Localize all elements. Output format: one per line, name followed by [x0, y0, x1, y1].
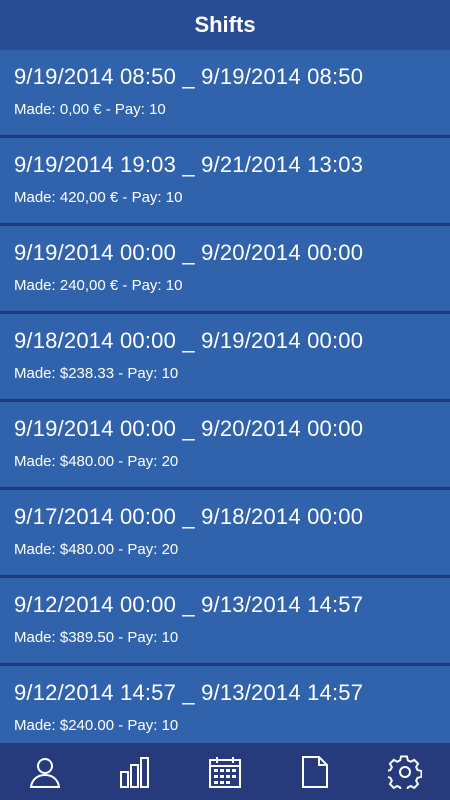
person-icon [29, 757, 61, 788]
shift-range: 9/12/2014 00:00 _ 9/13/2014 14:57 [14, 592, 364, 617]
nav-profile-button[interactable] [10, 743, 80, 800]
shift-summary: Made: $240.00 - Pay: 10 [14, 717, 179, 734]
shift-row[interactable]: 9/17/2014 00:00 _ 9/18/2014 00:00 Made: … [0, 490, 450, 578]
bar-chart-icon [120, 756, 149, 788]
shift-range: 9/19/2014 00:00 _ 9/20/2014 00:00 [14, 240, 364, 265]
calendar-icon [209, 756, 241, 788]
nav-stats-button[interactable] [100, 743, 170, 800]
shift-summary: Made: 0,00 € - Pay: 10 [14, 101, 166, 118]
nav-report-button[interactable] [280, 743, 350, 800]
nav-settings-button[interactable] [370, 743, 440, 800]
gear-icon [388, 754, 422, 789]
nav-calendar-button[interactable] [190, 743, 260, 800]
shift-row[interactable]: 9/19/2014 00:00 _ 9/20/2014 00:00 Made: … [0, 226, 450, 314]
app-header: Shifts [0, 0, 450, 50]
shift-row[interactable]: 9/19/2014 08:50 _ 9/19/2014 08:50 Made: … [0, 50, 450, 138]
shift-summary: Made: $480.00 - Pay: 20 [14, 453, 179, 470]
shift-range: 9/19/2014 19:03 _ 9/21/2014 13:03 [14, 152, 364, 177]
shift-summary: Made: 420,00 € - Pay: 10 [14, 189, 183, 206]
shift-summary: Made: $389.50 - Pay: 10 [14, 629, 179, 646]
shift-range: 9/19/2014 08:50 _ 9/19/2014 08:50 [14, 64, 364, 89]
shift-summary: Made: 240,00 € - Pay: 10 [14, 277, 183, 294]
shift-range: 9/19/2014 00:00 _ 9/20/2014 00:00 [14, 416, 364, 441]
shift-row[interactable]: 9/12/2014 00:00 _ 9/13/2014 14:57 Made: … [0, 578, 450, 666]
shift-summary: Made: $480.00 - Pay: 20 [14, 541, 179, 558]
shift-row[interactable]: 9/19/2014 00:00 _ 9/20/2014 00:00 Made: … [0, 402, 450, 490]
shift-range: 9/18/2014 00:00 _ 9/19/2014 00:00 [14, 328, 364, 353]
shift-row[interactable]: 9/19/2014 19:03 _ 9/21/2014 13:03 Made: … [0, 138, 450, 226]
shift-row[interactable]: 9/18/2014 00:00 _ 9/19/2014 00:00 Made: … [0, 314, 450, 402]
shift-range: 9/17/2014 00:00 _ 9/18/2014 00:00 [14, 504, 364, 529]
shift-row[interactable]: 9/12/2014 14:57 _ 9/13/2014 14:57 Made: … [0, 666, 450, 743]
bottom-nav [0, 743, 450, 800]
document-icon [302, 755, 328, 788]
shift-range: 9/12/2014 14:57 _ 9/13/2014 14:57 [14, 680, 364, 705]
shift-summary: Made: $238.33 - Pay: 10 [14, 365, 179, 382]
shift-list[interactable]: 9/19/2014 08:50 _ 9/19/2014 08:50 Made: … [0, 50, 450, 743]
page-title: Shifts [194, 12, 256, 37]
